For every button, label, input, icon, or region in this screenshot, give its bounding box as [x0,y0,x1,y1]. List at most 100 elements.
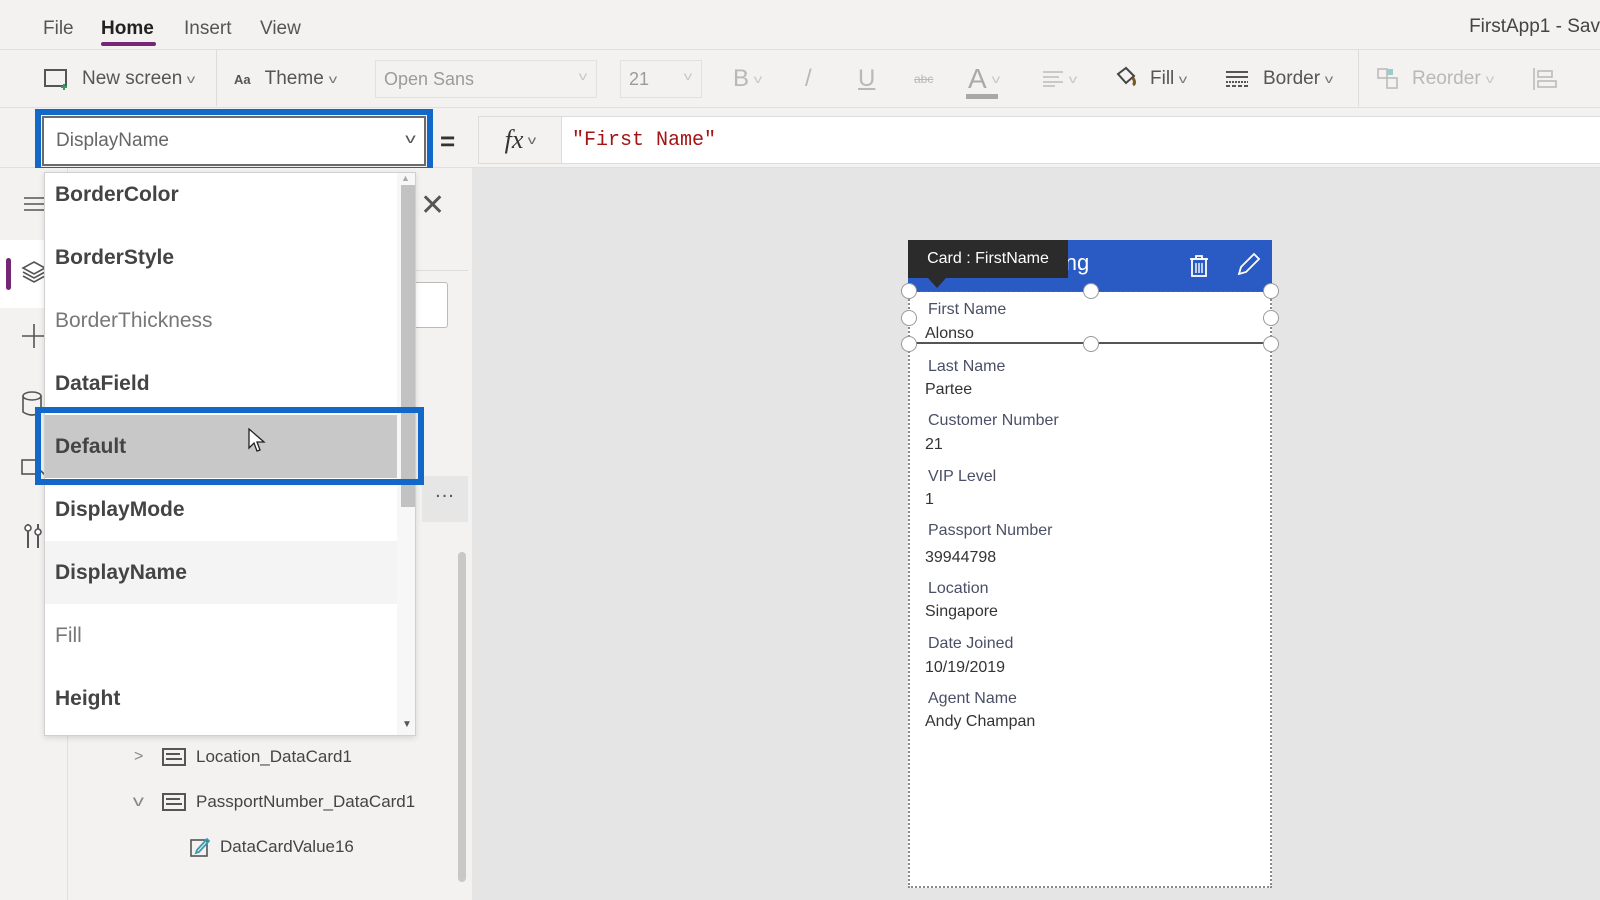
dropdown-option-datafield[interactable]: DataField [45,352,397,415]
equals-sign: = [440,126,456,156]
menu-view[interactable]: View [260,18,301,40]
underline-icon: U [858,65,876,92]
align-button[interactable]: v [1042,50,1077,108]
fill-button[interactable]: Fill v [1114,50,1188,108]
chevron-down-icon: v [1179,72,1188,86]
chevron-down-icon: v [328,72,337,86]
active-tab-indicator [101,42,156,46]
chevron-down-icon[interactable]: v [133,793,161,811]
field-value-agent-name: Andy Champan [925,713,1036,730]
resize-handle-top-left[interactable] [901,283,917,299]
mouse-cursor-icon [248,428,266,452]
resize-handle-top-center[interactable] [1083,283,1099,299]
chevron-down-icon: v [1485,72,1494,86]
border-style-icon [1226,71,1248,87]
fx-button[interactable]: fx v [478,116,562,164]
align-objects-button[interactable] [1532,50,1558,108]
scroll-down-icon[interactable]: ▼ [402,719,412,730]
tree-scrollbar[interactable] [458,552,466,882]
dropdown-option-displayname[interactable]: DisplayName [45,541,397,604]
field-value-vip-level: 1 [925,491,934,508]
reorder-button[interactable]: Reorder v [1376,50,1494,108]
chevron-down-icon: v [683,69,693,83]
trash-icon[interactable] [1188,254,1210,278]
reorder-label: Reorder [1412,68,1481,89]
resize-handle-bottom-center[interactable] [1083,336,1099,352]
font-size-select[interactable]: 21 v [620,60,702,98]
italic-icon: / [805,65,812,92]
field-label-customer-number: Customer Number [928,412,1059,429]
formula-input[interactable]: "First Name" [562,116,1600,164]
card-icon [162,793,186,811]
menu-file[interactable]: File [43,18,74,40]
fill-label: Fill [1150,68,1175,89]
italic-button[interactable]: / [805,50,812,108]
align-icon [1043,71,1063,87]
theme-icon: Aa [234,71,251,87]
resize-handle-bottom-left[interactable] [901,336,917,352]
chevron-right-icon[interactable]: > [134,748,154,766]
close-icon[interactable]: ✕ [420,188,445,223]
menu-home[interactable]: Home [101,18,154,40]
menu-bar: File Home Insert View FirstApp1 - Sav [0,0,1600,50]
font-color-icon: A [966,63,998,99]
chevron-down-icon: v [991,72,1000,86]
bold-button[interactable]: Bv [733,50,763,108]
border-button[interactable]: Border v [1225,50,1333,108]
ribbon-divider [216,50,217,106]
edit-pencil-icon[interactable] [1235,252,1261,278]
tree-item-label: PassportNumber_DataCard1 [196,792,416,811]
align-left-icon [1533,68,1557,90]
reorder-icon [1377,68,1398,89]
underline-button[interactable]: U [858,50,875,108]
strikethrough-button[interactable]: abc [914,50,933,108]
dropdown-option-borderthickness[interactable]: BorderThickness [45,289,397,352]
property-dropdown-list: BorderColor BorderStyle BorderThickness … [44,172,416,736]
tree-item-location-datacard[interactable]: > Location_DataCard1 [134,737,352,777]
function-icon: fx [504,125,524,154]
ribbon-toolbar: New screen v Aa Theme v Open Sans v 21 v B… [0,50,1600,108]
resize-handle-top-right[interactable] [1263,283,1279,299]
font-size-value: 21 [629,68,650,89]
chevron-down-icon: v [528,133,537,147]
field-value-date-joined: 10/19/2019 [925,659,1006,676]
new-screen-label: New screen [82,68,183,89]
resize-handle-middle-left[interactable] [901,310,917,326]
dropdown-option-default[interactable]: Default [45,415,397,478]
tree-item-datacardvalue16[interactable]: DataCardValue16 [190,827,354,867]
card-icon [162,748,186,766]
font-color-button[interactable]: Av [966,50,1000,108]
divider [412,270,468,271]
strikethrough-icon: abc [914,72,934,86]
resize-handle-middle-right[interactable] [1263,310,1279,326]
dropdown-option-bordercolor[interactable]: BorderColor [45,173,397,226]
dropdown-option-borderstyle[interactable]: BorderStyle [45,226,397,289]
property-select-highlight [35,109,433,173]
more-options-button[interactable]: ... [422,476,468,522]
resize-handle-bottom-right[interactable] [1263,336,1279,352]
paint-bucket-icon [1116,66,1136,87]
field-label-vip-level: VIP Level [928,468,997,485]
dropdown-option-fill[interactable]: Fill [45,604,397,667]
font-family-value: Open Sans [384,68,475,89]
scroll-up-icon[interactable]: ▲ [401,173,410,183]
font-family-select[interactable]: Open Sans v [375,60,597,98]
bold-icon: B [733,65,750,92]
theme-button[interactable]: Aa Theme v [234,50,337,108]
border-label: Border [1263,68,1321,89]
chevron-down-icon: v [753,72,763,86]
dropdown-option-height[interactable]: Height [45,667,397,730]
rail-active-indicator [6,258,11,290]
field-label-location: Location [928,580,989,597]
dropdown-scrollbar-thumb[interactable] [401,185,415,507]
tree-item-passportnumber-datacard[interactable]: v PassportNumber_DataCard1 [133,782,416,822]
tooltip-arrow [928,278,946,288]
tree-search-input[interactable] [412,282,448,328]
dropdown-option-displaymode[interactable]: DisplayMode [45,478,397,541]
field-label-date-joined: Date Joined [928,635,1014,652]
control-tooltip: Card : FirstName [908,240,1068,278]
new-screen-icon [44,69,67,90]
new-screen-button[interactable]: New screen v [44,50,196,108]
field-label-last-name: Last Name [928,358,1006,375]
menu-insert[interactable]: Insert [184,18,232,40]
